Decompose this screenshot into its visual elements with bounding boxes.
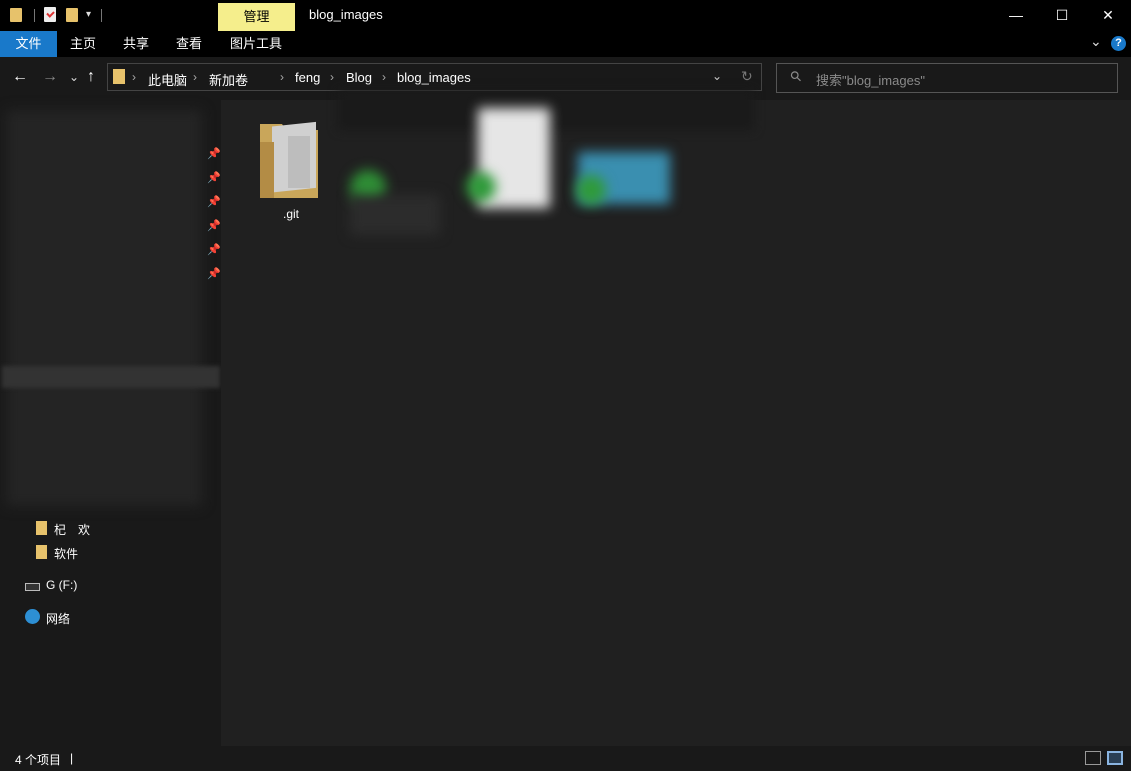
tab-manage[interactable]: 管理 — [218, 3, 295, 31]
pin-icon: 📌 — [207, 268, 221, 280]
toolbar-separator — [101, 9, 102, 22]
tab-view[interactable]: 查看 — [166, 31, 212, 57]
pin-icon: 📌 — [207, 220, 221, 232]
breadcrumb-separator[interactable]: › — [382, 70, 386, 84]
drive-icon — [25, 583, 40, 591]
folder-icon[interactable] — [258, 120, 322, 200]
address-dropdown-icon[interactable]: ⌄ — [712, 69, 722, 83]
breadcrumb-separator[interactable]: › — [280, 70, 284, 84]
tab-home[interactable]: 主页 — [60, 31, 106, 57]
folder-icon — [36, 521, 47, 535]
up-button[interactable]: ↑ — [87, 68, 95, 86]
breadcrumb-blog[interactable]: Blog — [346, 70, 372, 85]
search-input[interactable]: 搜索"blog_images" — [816, 70, 925, 89]
selected-nav-item[interactable] — [2, 366, 220, 388]
file-name[interactable]: .git — [283, 207, 299, 221]
network-icon — [25, 609, 40, 624]
blurred-file-icon[interactable] — [466, 172, 496, 202]
breadcrumb-separator[interactable]: › — [132, 70, 136, 84]
back-button[interactable]: ← — [12, 68, 28, 86]
status-separator: | — [70, 751, 74, 765]
toolbar-separator — [34, 9, 35, 22]
large-icons-view-icon[interactable] — [1107, 751, 1123, 765]
new-folder-icon[interactable] — [66, 8, 78, 22]
properties-icon[interactable] — [44, 7, 56, 22]
pin-icon: 📌 — [207, 172, 221, 184]
pin-icon: 📌 — [207, 244, 221, 256]
blurred-file-icon[interactable] — [576, 175, 606, 205]
breadcrumb-separator[interactable]: › — [193, 70, 197, 84]
item-count: 4 个项目 — [15, 753, 62, 767]
close-button[interactable]: ✕ — [1085, 0, 1131, 31]
breadcrumb-this-pc[interactable]: 此电脑 — [148, 70, 187, 89]
title-bar — [0, 0, 1131, 31]
recent-locations-button[interactable]: ⌄ — [69, 70, 79, 84]
folder-icon — [10, 8, 22, 22]
breadcrumb-feng[interactable]: feng — [295, 70, 320, 85]
tab-share[interactable]: 共享 — [113, 31, 159, 57]
sidebar-item-label[interactable]: 软件 — [54, 545, 78, 562]
sidebar-item-network[interactable]: 网络 — [46, 610, 70, 627]
breadcrumb-volume[interactable]: 新加卷 — [209, 70, 248, 89]
help-icon[interactable]: ? — [1111, 36, 1126, 51]
breadcrumb-separator[interactable]: › — [330, 70, 334, 84]
minimize-button[interactable]: — — [993, 0, 1039, 31]
folder-icon — [113, 69, 125, 84]
blurred-file-thumbnail[interactable] — [350, 195, 440, 235]
forward-button[interactable]: → — [42, 68, 58, 86]
tab-picture-tools[interactable]: 图片工具 — [222, 31, 290, 57]
pin-icon: 📌 — [207, 196, 221, 208]
refresh-icon[interactable]: ↻ — [741, 68, 753, 85]
breadcrumb-blog-images[interactable]: blog_images — [397, 70, 471, 85]
details-view-icon[interactable] — [1085, 751, 1101, 765]
blurred-nav-items — [6, 110, 202, 506]
sidebar-item-drive-g[interactable]: G (F:) — [46, 578, 77, 592]
expand-ribbon-icon[interactable]: ⌄ — [1090, 33, 1102, 50]
tab-file[interactable]: 文件 — [0, 31, 57, 57]
folder-icon — [36, 545, 47, 559]
customize-toolbar-icon[interactable]: ▾ — [86, 9, 91, 20]
window-title: blog_images — [309, 7, 383, 22]
sidebar-item-label[interactable]: 杞 欢 — [54, 521, 90, 538]
maximize-button[interactable]: ☐ — [1039, 0, 1085, 31]
status-bar — [0, 746, 1131, 771]
pin-icon: 📌 — [207, 148, 221, 160]
